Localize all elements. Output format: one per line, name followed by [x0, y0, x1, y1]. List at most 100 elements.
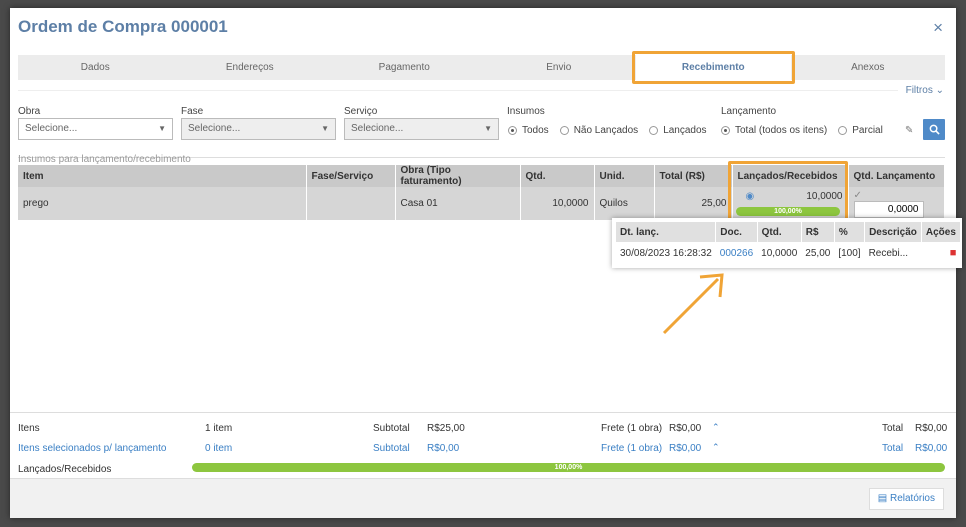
- section-label: Insumos para lançamento/recebimento: [18, 154, 191, 165]
- sel-subtotal-label: Subtotal: [373, 443, 410, 454]
- tab-anexos[interactable]: Anexos: [791, 55, 946, 80]
- col-acoes: Ações: [921, 222, 961, 242]
- col-fase-servico: Fase/Serviço: [306, 165, 396, 187]
- insumos-radio-group: Todos Não Lançados Lançados: [508, 125, 718, 136]
- check-icon[interactable]: ✓: [854, 190, 864, 201]
- radio-dot: [649, 126, 659, 135]
- col-doc: Doc.: [715, 222, 758, 242]
- cell-qtd: 10,0000: [520, 187, 595, 220]
- fase-label: Fase: [181, 106, 204, 117]
- tab-dados[interactable]: Dados: [18, 55, 173, 80]
- obra-label: Obra: [18, 106, 41, 117]
- radio-lancados-label: Lançados: [663, 125, 707, 136]
- radio-parcial-label: Parcial: [852, 125, 883, 136]
- cell-obra: Casa 01: [395, 187, 521, 220]
- bottom-bar: ▤ Relatórios: [10, 478, 956, 518]
- itens-count: 1 item: [205, 423, 233, 434]
- purchase-order-modal: Ordem de Compra 000001 × Dados Endereços…: [10, 8, 962, 518]
- frete-label: Frete (1 obra): [601, 423, 663, 434]
- cell-qtd-lancamento: ✓: [848, 187, 945, 220]
- itens-label: Itens: [18, 423, 40, 434]
- obra-select-value: Selecione...: [25, 123, 78, 134]
- col-sub-rs: R$: [801, 222, 835, 242]
- cell-fase-servico: [306, 187, 396, 220]
- close-icon[interactable]: ×: [933, 18, 943, 38]
- col-lancados: Lançados/Recebidos: [732, 165, 849, 187]
- eraser-icon[interactable]: ✎: [905, 125, 913, 136]
- qtd-lancamento-input[interactable]: [853, 200, 924, 218]
- servico-select-value: Selecione...: [351, 123, 404, 134]
- radio-total[interactable]: Total (todos os itens): [721, 125, 827, 136]
- cell-sub-qtd: 10,0000: [761, 247, 798, 259]
- sel-frete-label: Frete (1 obra): [601, 443, 663, 454]
- col-item: Item: [18, 165, 307, 187]
- radio-nao-lancados[interactable]: Não Lançados: [559, 125, 639, 136]
- cell-dt-lanc: 30/08/2023 16:28:32: [620, 247, 712, 259]
- cell-doc: 000266: [716, 242, 757, 264]
- modal-title: Ordem de Compra 000001: [18, 17, 228, 36]
- sel-total-value: R$0,00: [915, 443, 948, 454]
- radio-total-label: Total (todos os itens): [735, 125, 828, 136]
- radio-todos[interactable]: Todos: [508, 125, 549, 136]
- cell-acoes: ■: [921, 242, 960, 264]
- caret-down-icon: ▼: [321, 124, 329, 133]
- radio-dot: [508, 126, 517, 135]
- chevron-up-icon[interactable]: ⌃: [712, 422, 720, 433]
- frete-value: R$0,00: [669, 423, 702, 434]
- col-sub-qtd: Qtd.: [757, 222, 802, 242]
- relatorios-button[interactable]: ▤ Relatórios: [868, 488, 944, 510]
- radio-parcial[interactable]: Parcial: [838, 125, 883, 136]
- radio-lancados[interactable]: Lançados: [649, 125, 707, 136]
- col-dt-lanc: Dt. lanç.: [616, 222, 717, 242]
- lancamentos-popover: Dt. lanç. Doc. Qtd. R$ % Descrição Ações…: [612, 218, 962, 268]
- chevron-up-icon[interactable]: ⌃: [712, 442, 720, 453]
- report-icon: ▤: [877, 493, 888, 504]
- fase-select-value: Selecione...: [188, 123, 241, 134]
- filters-toggle-label: Filtros: [905, 85, 933, 96]
- doc-link[interactable]: 000266: [720, 248, 753, 259]
- col-total: Total (R$): [654, 165, 733, 187]
- search-icon: [929, 124, 940, 135]
- sel-total-label: Total: [882, 443, 904, 454]
- lancamentos-table: Dt. lanç. Doc. Qtd. R$ % Descrição Ações…: [616, 222, 961, 264]
- servico-select[interactable]: Selecione... ▼: [344, 118, 499, 140]
- cell-unid: Quilos: [594, 187, 655, 220]
- subtotal-value: R$25,00: [427, 423, 465, 434]
- chevron-down-icon: ⌄: [935, 85, 944, 96]
- tab-pagamento[interactable]: Pagamento: [327, 55, 482, 80]
- col-unid: Unid.: [594, 165, 655, 187]
- servico-label: Serviço: [344, 106, 378, 117]
- lancados-progress-label: 100,00%: [774, 208, 802, 215]
- search-button[interactable]: [923, 119, 945, 140]
- tab-enderecos[interactable]: Endereços: [173, 55, 328, 80]
- sel-subtotal-value: R$0,00: [427, 443, 460, 454]
- table-header-row: Item Fase/Serviço Obra (Tipo faturamento…: [18, 165, 945, 187]
- tab-recebimento[interactable]: Recebimento: [632, 51, 794, 84]
- radio-todos-label: Todos: [522, 125, 549, 136]
- lancados-footer-label: Lançados/Recebidos: [18, 464, 112, 475]
- filters-toggle[interactable]: Filtros ⌄: [906, 85, 944, 96]
- col-qtd: Qtd.: [520, 165, 595, 187]
- sel-frete-value: R$0,00: [669, 443, 702, 454]
- radio-dot: [559, 126, 569, 135]
- eye-icon[interactable]: ◉: [746, 191, 755, 202]
- col-obra: Obra (Tipo faturamento): [395, 165, 521, 187]
- footer-divider: [10, 412, 956, 413]
- radio-dot: [838, 126, 848, 135]
- fase-select[interactable]: Selecione... ▼: [181, 118, 336, 140]
- selecionados-count: 0 item: [205, 443, 233, 454]
- total-progress-bar: 100,00%: [192, 463, 945, 472]
- popover-header-row: Dt. lanç. Doc. Qtd. R$ % Descrição Ações: [616, 222, 961, 242]
- total-label: Total: [882, 423, 904, 434]
- filters-divider: [18, 90, 898, 91]
- tab-envio[interactable]: Envio: [482, 55, 637, 80]
- lancamento-radio-group: Total (todos os itens) Parcial: [721, 125, 894, 136]
- obra-select[interactable]: Selecione... ▼: [18, 118, 173, 140]
- trash-icon[interactable]: ■: [950, 247, 957, 259]
- total-progress-label: 100,00%: [554, 464, 583, 471]
- total-value: R$0,00: [915, 423, 948, 434]
- tab-bar: Dados Endereços Pagamento Envio Recebime…: [18, 51, 946, 84]
- radio-nao-lancados-label: Não Lançados: [573, 125, 639, 136]
- col-qtd-lancamento: Qtd. Lançamento: [848, 165, 945, 187]
- col-descricao: Descrição: [864, 222, 922, 242]
